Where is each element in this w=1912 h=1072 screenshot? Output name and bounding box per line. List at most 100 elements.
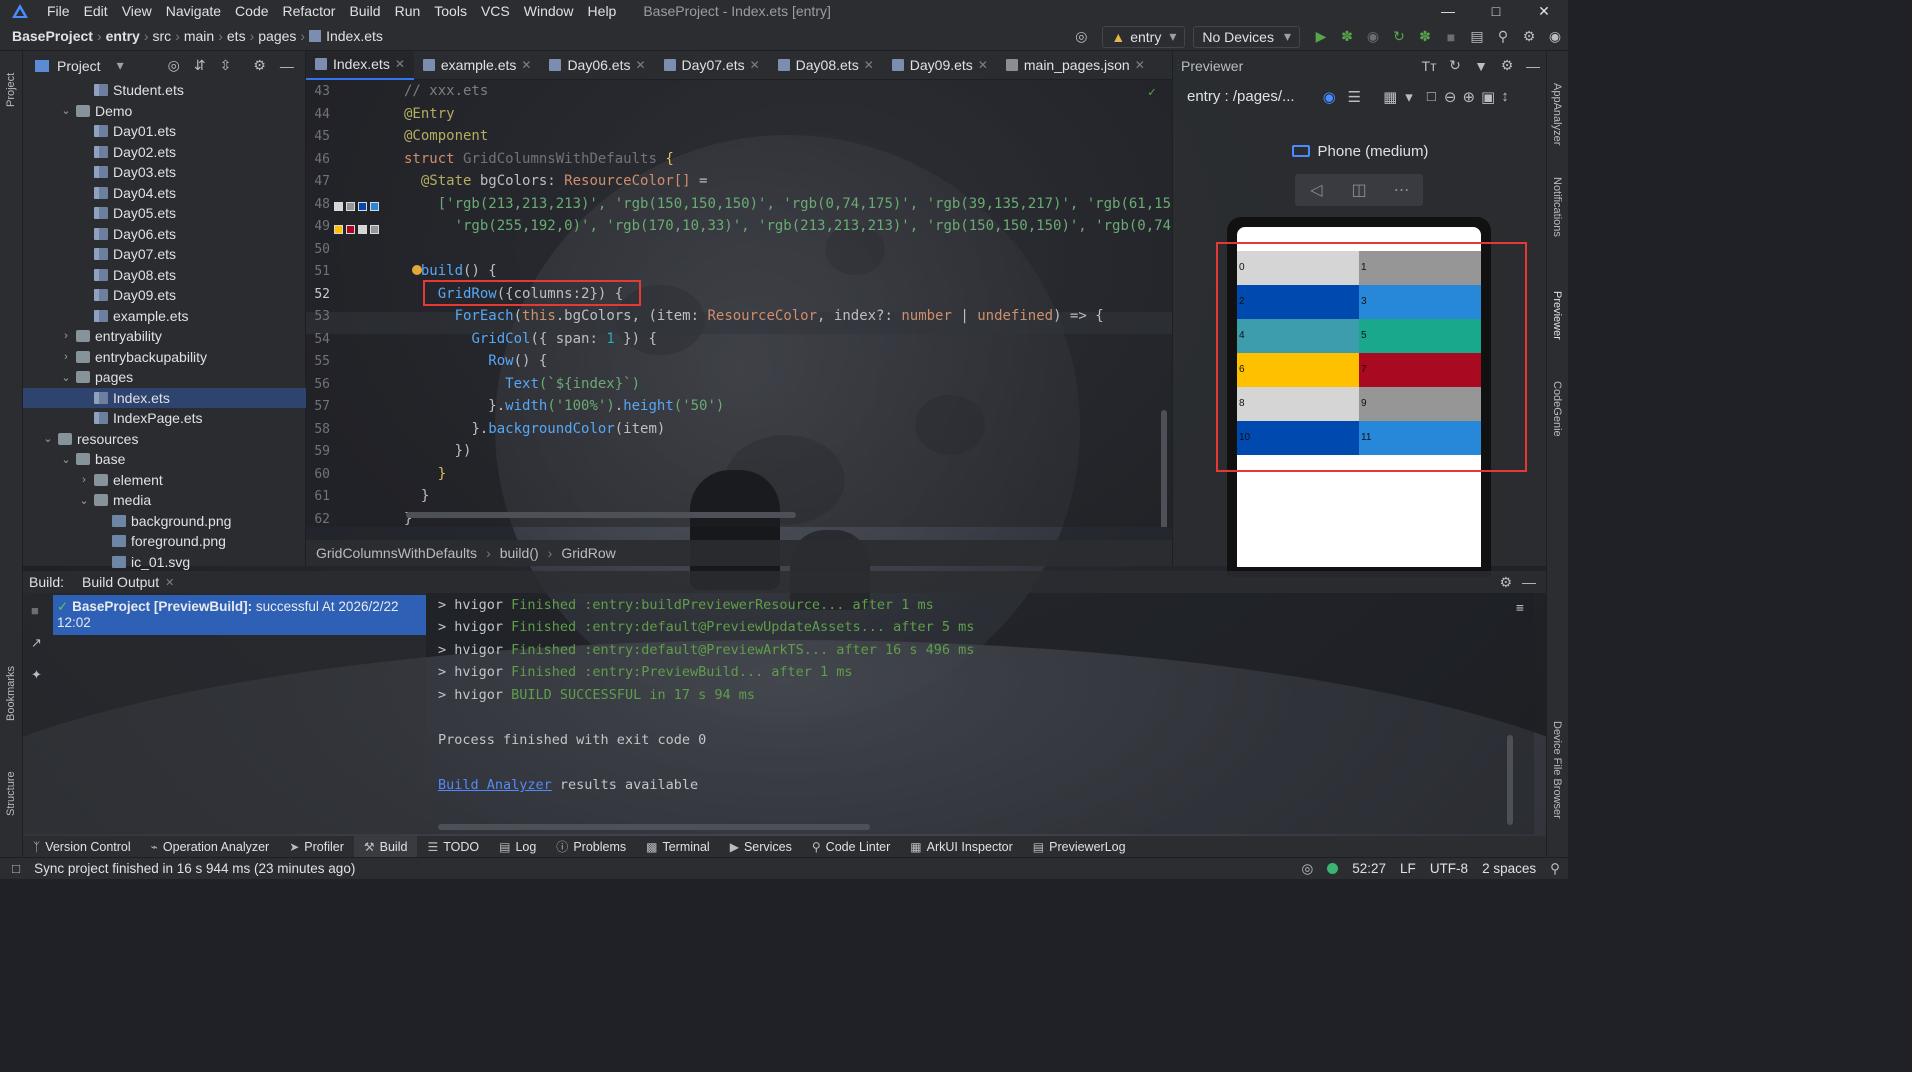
tree-folder[interactable]: ⌄ base	[23, 449, 306, 470]
caret-position[interactable]: 52:27	[1352, 861, 1386, 876]
tree-file[interactable]: Day04.ets	[23, 183, 306, 204]
profile-icon[interactable]: ◉	[1360, 26, 1386, 48]
menu-build[interactable]: Build	[342, 3, 387, 19]
color-swatch[interactable]	[334, 225, 343, 234]
tree-file[interactable]: ic_01.svg	[23, 552, 306, 573]
breadcrumb-build[interactable]: build()	[500, 545, 539, 561]
tree-folder[interactable]: ⌄ Demo	[23, 101, 306, 122]
zoom-in-icon[interactable]: ⊕	[1462, 88, 1475, 106]
status-panel-icon[interactable]: □	[12, 861, 20, 876]
color-swatch[interactable]	[358, 225, 367, 234]
chevron-down-icon[interactable]: ⌄	[59, 371, 73, 384]
build-result-item[interactable]: ✓ BaseProject [PreviewBuild]: successful…	[53, 595, 426, 635]
close-icon[interactable]: ✕	[1520, 0, 1568, 22]
tree-file[interactable]: Index.ets	[23, 387, 306, 408]
preview-route[interactable]: entry : /pages/...	[1187, 88, 1295, 105]
project-view-select[interactable]: Project	[57, 58, 101, 74]
tree-file[interactable]: example.ets	[23, 306, 306, 327]
build-output-console[interactable]: > hvigor Finished :entry:buildPreviewerR…	[426, 593, 1534, 834]
device-file-browser-tool-button[interactable]: Device File Browser	[1551, 721, 1563, 831]
inspector-icon[interactable]: ◉	[1323, 88, 1336, 106]
menu-help[interactable]: Help	[581, 3, 624, 19]
chevron-down-icon[interactable]: ⌄	[41, 432, 55, 445]
hide-panel-icon[interactable]: —	[1520, 55, 1546, 77]
device-select[interactable]: No Devices ▾	[1193, 25, 1300, 48]
tree-file[interactable]: Day03.ets	[23, 162, 306, 183]
tab-day09-ets[interactable]: Day09.ets ✕	[883, 51, 997, 80]
breadcrumb-ets[interactable]: ets	[227, 28, 246, 44]
tool-arkui-inspector[interactable]: ▦ ArkUI Inspector	[900, 836, 1022, 857]
locate-icon[interactable]: ◎	[1068, 26, 1094, 48]
build-analyzer-link[interactable]: Build Analyzer	[438, 777, 552, 793]
tool-terminal[interactable]: ▩ Terminal	[636, 836, 720, 857]
maximize-icon[interactable]: □	[1472, 0, 1520, 22]
font-size-icon[interactable]: Tᴛ	[1416, 55, 1442, 77]
tool-operation-analyzer[interactable]: ⌁ Operation Analyzer	[141, 836, 280, 857]
vertical-scrollbar[interactable]	[1161, 410, 1167, 527]
color-swatch[interactable]	[346, 202, 355, 211]
settings-icon[interactable]: ⚙	[1516, 26, 1542, 48]
tree-file[interactable]: Student.ets	[23, 80, 306, 101]
appanalyzer-tool-button[interactable]: AppAnalyzer	[1551, 83, 1563, 153]
chevron-down-icon[interactable]: ⌄	[59, 453, 73, 466]
breadcrumb-project[interactable]: BaseProject	[12, 28, 93, 44]
horizontal-scrollbar[interactable]	[438, 824, 870, 830]
menu-refactor[interactable]: Refactor	[276, 3, 343, 19]
zoom-out-icon[interactable]: ⊖	[1444, 88, 1457, 106]
tab-example-ets[interactable]: example.ets ✕	[414, 51, 541, 80]
gear-icon[interactable]: ⚙	[1494, 55, 1520, 77]
fit-icon[interactable]: ▣	[1481, 88, 1495, 106]
horizontal-scrollbar[interactable]	[406, 512, 796, 518]
status-message[interactable]: Sync project finished in 16 s 944 ms (23…	[34, 861, 355, 876]
tree-file[interactable]: Day07.ets	[23, 244, 306, 265]
search-icon[interactable]: ⚲	[1490, 26, 1516, 48]
frame-icon[interactable]: □	[1427, 88, 1436, 105]
lock-icon[interactable]: ⚲	[1550, 861, 1560, 877]
close-tab-icon[interactable]: ✕	[165, 576, 174, 589]
tree-file[interactable]: Day08.ets	[23, 265, 306, 286]
menu-file[interactable]: File	[40, 3, 77, 19]
menu-edit[interactable]: Edit	[77, 3, 115, 19]
close-tab-icon[interactable]: ✕	[635, 58, 645, 72]
close-tab-icon[interactable]: ✕	[978, 58, 988, 72]
tool-services[interactable]: ▶ Services	[720, 836, 802, 857]
tree-file[interactable]: Day02.ets	[23, 142, 306, 163]
pin-icon[interactable]: ▼	[1468, 55, 1494, 77]
bookmarks-tool-button[interactable]: Bookmarks	[5, 661, 17, 721]
tree-folder[interactable]: ⌄ media	[23, 490, 306, 511]
chevron-down-icon[interactable]: ⌄	[77, 494, 91, 507]
structure-tool-button[interactable]: Structure	[5, 756, 17, 816]
breadcrumb-entry[interactable]: entry	[106, 28, 140, 44]
code-area[interactable]: 43 44 45 46 47 48 49 50 51 52 53 54 55 56 57 58 59 60 61 62…	[306, 80, 1172, 527]
tree-folder[interactable]: ⌄ resources	[23, 429, 306, 450]
color-swatch[interactable]	[370, 202, 379, 211]
gear-icon[interactable]: ⚙	[1499, 574, 1512, 591]
tree-file[interactable]: background.png	[23, 511, 306, 532]
back-icon[interactable]: ◁	[1295, 174, 1338, 206]
power-save-icon[interactable]: ◎	[1301, 861, 1313, 877]
select-opened-file-icon[interactable]: ◎	[168, 57, 180, 74]
menu-navigate[interactable]: Navigate	[159, 3, 228, 19]
apply-changes-icon[interactable]: ↻	[1386, 26, 1412, 48]
menu-vcs[interactable]: VCS	[474, 3, 517, 19]
close-tab-icon[interactable]: ✕	[395, 57, 405, 71]
gear-icon[interactable]: ⚙	[253, 57, 266, 74]
tree-folder[interactable]: › entryability	[23, 326, 306, 347]
more-icon[interactable]: ⋯	[1380, 174, 1423, 206]
rotate-icon[interactable]: ◫	[1338, 174, 1381, 206]
device-manager-icon[interactable]: ▤	[1464, 26, 1490, 48]
tab-day07-ets[interactable]: Day07.ets ✕	[655, 51, 769, 80]
refresh-icon[interactable]: ↻	[1442, 55, 1468, 77]
tab-build-output[interactable]: Build Output	[82, 574, 159, 590]
breadcrumb-src[interactable]: src	[153, 28, 172, 44]
tree-folder[interactable]: › entrybackupability	[23, 347, 306, 368]
tree-file[interactable]: Day01.ets	[23, 121, 306, 142]
tab-main-pages-json[interactable]: main_pages.json ✕	[997, 51, 1154, 80]
menu-view[interactable]: View	[115, 3, 159, 19]
tree-folder[interactable]: › element	[23, 470, 306, 491]
run-config-select[interactable]: ▲ entry ▾	[1102, 25, 1186, 48]
close-tab-icon[interactable]: ✕	[750, 58, 760, 72]
tree-file[interactable]: Day06.ets	[23, 224, 306, 245]
chevron-right-icon[interactable]: ›	[59, 351, 73, 363]
breadcrumb-pages[interactable]: pages	[258, 28, 296, 44]
